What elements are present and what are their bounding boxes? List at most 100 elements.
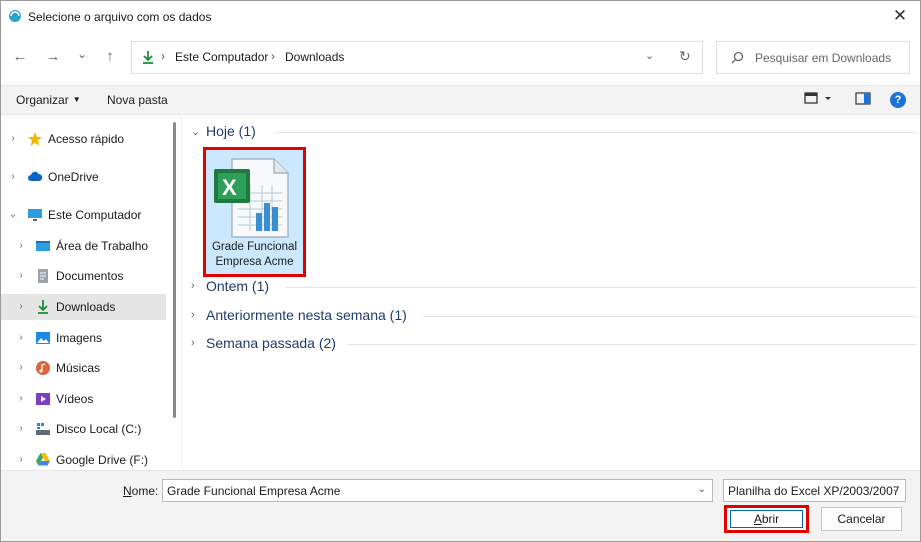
bottom-panel: Nome: Grade Funcional Empresa Acme ⌄ Pla…	[1, 470, 920, 541]
cloud-icon	[28, 171, 43, 181]
chevron-right-icon[interactable]: ›	[16, 362, 26, 373]
sidebar-item-label: Downloads	[56, 300, 116, 314]
chevron-right-icon[interactable]: ›	[16, 332, 26, 343]
navigation-pane: › Acesso rápido › OneDrive ⌄ Este Comput…	[1, 116, 177, 470]
chevron-right-icon[interactable]: ›	[16, 240, 26, 251]
breadcrumb-este-computador[interactable]: Este Computador	[175, 50, 268, 64]
address-bar[interactable]: › Este Computador › Downloads ⌄ ↻	[131, 41, 703, 74]
close-button[interactable]: ✕	[890, 6, 910, 26]
back-button[interactable]: ←	[11, 48, 29, 66]
sidebar-item-videos[interactable]: › Vídeos	[1, 386, 166, 412]
refresh-button[interactable]: ↻	[679, 48, 691, 65]
new-folder-button[interactable]: Nova pasta	[107, 93, 168, 107]
sidebar-item-onedrive[interactable]: › OneDrive	[1, 164, 166, 190]
desktop-icon	[36, 241, 50, 251]
group-label: Semana passada (2)	[206, 335, 336, 351]
chevron-right-icon[interactable]: ›	[16, 454, 26, 465]
file-item-grade-funcional[interactable]: X Grade Funcional Empresa Acme	[203, 147, 306, 277]
sidebar-item-este-computador[interactable]: ⌄ Este Computador	[1, 202, 166, 228]
sidebar-item-acesso-rapido[interactable]: › Acesso rápido	[1, 126, 166, 152]
search-input[interactable]: Pesquisar em Downloads	[716, 41, 910, 74]
group-divider	[423, 316, 917, 317]
group-divider	[347, 344, 917, 345]
chevron-right-icon[interactable]: ›	[8, 171, 18, 182]
open-button-label: Abrir	[730, 510, 803, 528]
svg-text:X: X	[222, 175, 237, 200]
breadcrumb-separator: ›	[161, 49, 165, 63]
download-icon	[38, 300, 48, 314]
file-type-select[interactable]: Planilha do Excel XP/2003/2007 ⌄	[723, 479, 906, 502]
recent-locations-button[interactable]: ⌄	[73, 45, 91, 63]
sidebar-item-label: Vídeos	[56, 392, 94, 406]
file-name-label: Grade Funcional Empresa Acme	[211, 241, 298, 268]
chevron-down-icon[interactable]: ⌄	[8, 209, 18, 220]
chevron-right-icon[interactable]: ›	[16, 423, 26, 434]
sidebar-item-label: Músicas	[56, 361, 101, 375]
sidebar-item-disco-local[interactable]: › Disco Local (C:)	[1, 416, 166, 442]
address-dropdown-icon[interactable]: ⌄	[645, 49, 654, 62]
chevron-right-icon[interactable]: ›	[191, 280, 195, 292]
monitor-icon	[28, 209, 42, 221]
sidebar-item-label: Este Computador	[48, 208, 142, 222]
search-icon	[731, 51, 744, 64]
group-header-ontem[interactable]: › Ontem (1)	[191, 277, 917, 297]
up-button[interactable]: ↑	[101, 48, 119, 66]
search-placeholder: Pesquisar em Downloads	[755, 51, 892, 65]
sidebar-item-documentos[interactable]: › Documentos	[1, 263, 166, 289]
command-bar: Organizar ▼ Nova pasta ?	[1, 85, 920, 115]
cancel-button[interactable]: Cancelar	[821, 507, 902, 531]
window-title: Selecione o arquivo com os dados	[28, 10, 212, 24]
sidebar-item-label: Disco Local (C:)	[56, 422, 142, 436]
file-type-value: Planilha do Excel XP/2003/2007	[728, 484, 900, 498]
help-icon[interactable]: ?	[890, 92, 906, 108]
file-name-field-label: Nome:	[123, 484, 159, 498]
star-icon	[28, 132, 42, 146]
sidebar-item-musicas[interactable]: › Músicas	[1, 355, 166, 381]
video-icon	[36, 393, 50, 405]
pane-divider[interactable]	[181, 116, 182, 470]
sidebar-scrollbar[interactable]	[173, 122, 176, 418]
music-icon	[36, 361, 50, 375]
group-header-anteriormente[interactable]: › Anteriormente nesta semana (1)	[191, 306, 917, 326]
image-icon	[36, 332, 50, 344]
chevron-right-icon[interactable]: ›	[191, 309, 195, 321]
breadcrumb-downloads[interactable]: Downloads	[285, 50, 344, 64]
preview-pane-icon[interactable]	[855, 92, 871, 106]
group-header-semana-passada[interactable]: › Semana passada (2)	[191, 334, 917, 354]
sidebar-item-area-de-trabalho[interactable]: › Área de Trabalho	[1, 233, 166, 259]
group-header-hoje[interactable]: ⌄ Hoje (1)	[191, 122, 917, 142]
forward-button[interactable]: →	[44, 48, 62, 66]
app-icon	[9, 10, 21, 22]
sidebar-item-label: Área de Trabalho	[56, 239, 149, 253]
file-name-input[interactable]: Grade Funcional Empresa Acme ⌄	[162, 479, 713, 502]
sidebar-item-label: OneDrive	[48, 170, 99, 184]
caret-down-icon: ▼	[72, 95, 81, 104]
sidebar-item-imagens[interactable]: › Imagens	[1, 325, 166, 351]
chevron-down-icon[interactable]: ⌄	[892, 484, 900, 495]
group-divider	[285, 287, 917, 288]
chevron-right-icon[interactable]: ›	[8, 133, 18, 144]
document-icon	[38, 269, 48, 283]
breadcrumb-separator: ›	[271, 49, 275, 63]
google-drive-icon	[36, 453, 50, 466]
chevron-right-icon[interactable]: ›	[16, 270, 26, 281]
title-bar: Selecione o arquivo com os dados ✕	[1, 1, 920, 33]
chevron-right-icon[interactable]: ›	[191, 337, 195, 349]
chevron-down-icon[interactable]: ⌄	[191, 125, 200, 138]
sidebar-item-downloads[interactable]: › Downloads	[1, 294, 166, 320]
sidebar-item-label: Documentos	[56, 269, 124, 283]
chevron-right-icon[interactable]: ›	[16, 301, 26, 312]
sidebar-item-label: Imagens	[56, 331, 103, 345]
chevron-down-icon[interactable]: ⌄	[698, 484, 706, 495]
open-button[interactable]: Abrir	[724, 505, 809, 533]
group-divider	[275, 132, 917, 133]
view-options-icon[interactable]	[804, 92, 834, 106]
chevron-right-icon[interactable]: ›	[16, 393, 26, 404]
group-label: Ontem (1)	[206, 278, 270, 294]
sidebar-item-label: Acesso rápido	[48, 132, 125, 146]
file-list: ⌄ Hoje (1) X Grade Funcional Empresa Acm…	[183, 116, 919, 470]
file-name-value: Grade Funcional Empresa Acme	[167, 484, 341, 498]
excel-file-icon: X	[214, 158, 289, 238]
file-open-dialog: Selecione o arquivo com os dados ✕ ← → ⌄…	[0, 0, 921, 542]
organize-menu-button[interactable]: Organizar ▼	[16, 93, 81, 107]
